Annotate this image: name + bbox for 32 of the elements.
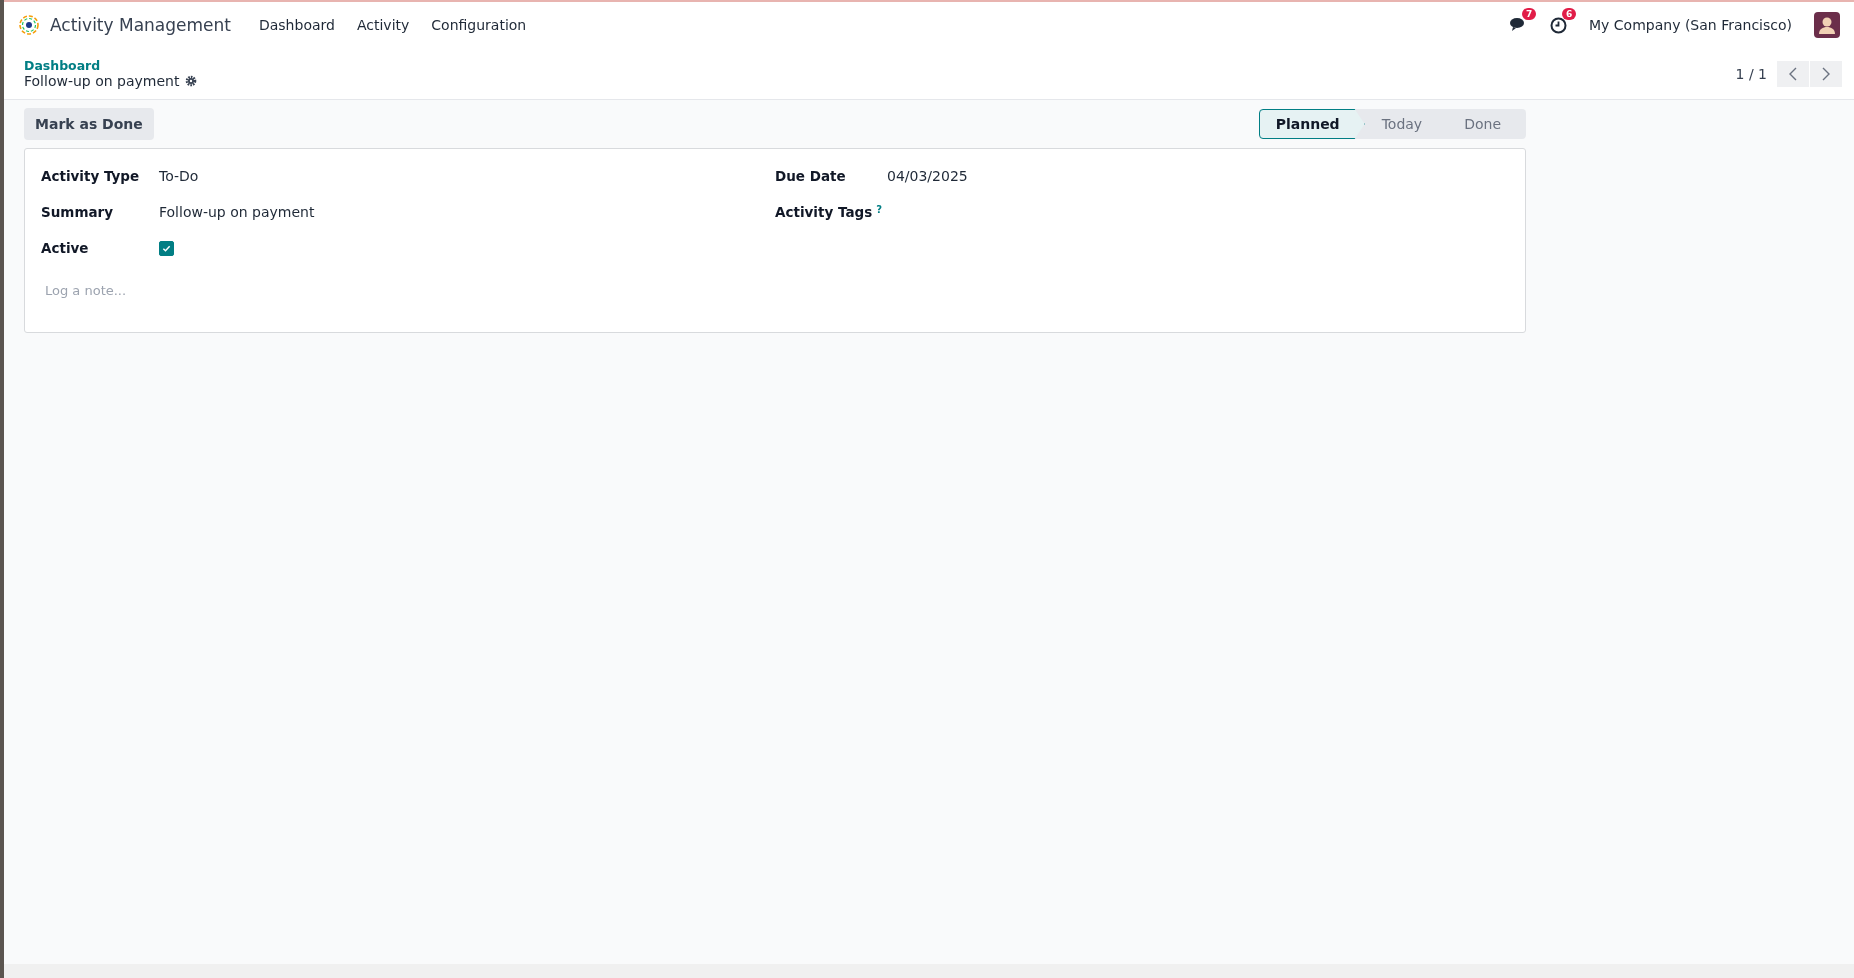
chevron-right-icon	[1821, 66, 1831, 81]
horizontal-scrollbar[interactable]	[4, 964, 1854, 978]
field-label: Due Date	[775, 168, 846, 184]
message-count-badge: 7	[1522, 8, 1537, 20]
field-label: Active	[41, 240, 89, 256]
field-value: 04/03/2025	[887, 168, 969, 184]
chevron-left-icon	[1788, 66, 1798, 81]
checkmark-icon	[162, 243, 171, 253]
breadcrumb-link[interactable]: Dashboard	[24, 58, 198, 73]
field-label: Activity Tags	[775, 204, 873, 220]
app-name[interactable]: Activity Management	[50, 15, 231, 35]
clock-icon[interactable]	[1550, 16, 1568, 34]
field-value: Follow-up on payment	[159, 204, 316, 220]
field-label: Activity Type	[41, 168, 140, 184]
stage-tab[interactable]: Done	[1447, 109, 1526, 139]
help-tooltip[interactable]: ?	[876, 204, 882, 215]
record-title: Follow-up on payment	[24, 73, 180, 89]
active-checkbox[interactable]	[159, 240, 174, 256]
app-logo-icon[interactable]	[18, 14, 40, 36]
activity-count-badge: 6	[1562, 7, 1577, 20]
settings-icon[interactable]	[185, 75, 198, 87]
user-avatar[interactable]	[1814, 12, 1840, 38]
pager-value: 1 / 1	[1735, 65, 1767, 82]
menu-item[interactable]: Configuration	[431, 17, 527, 33]
mark-as-done-button[interactable]: Mark as Done	[24, 108, 154, 140]
menu-item[interactable]: Activity	[356, 17, 410, 33]
field-value: To-Do	[159, 168, 200, 184]
field-label: Summary	[41, 204, 114, 220]
company-name[interactable]: My Company (San Francisco)	[1589, 17, 1792, 33]
stage-tab[interactable]: Today	[1364, 109, 1448, 139]
stage-tab[interactable]: Planned	[1258, 109, 1365, 139]
menu-item[interactable]: Dashboard	[258, 17, 335, 33]
